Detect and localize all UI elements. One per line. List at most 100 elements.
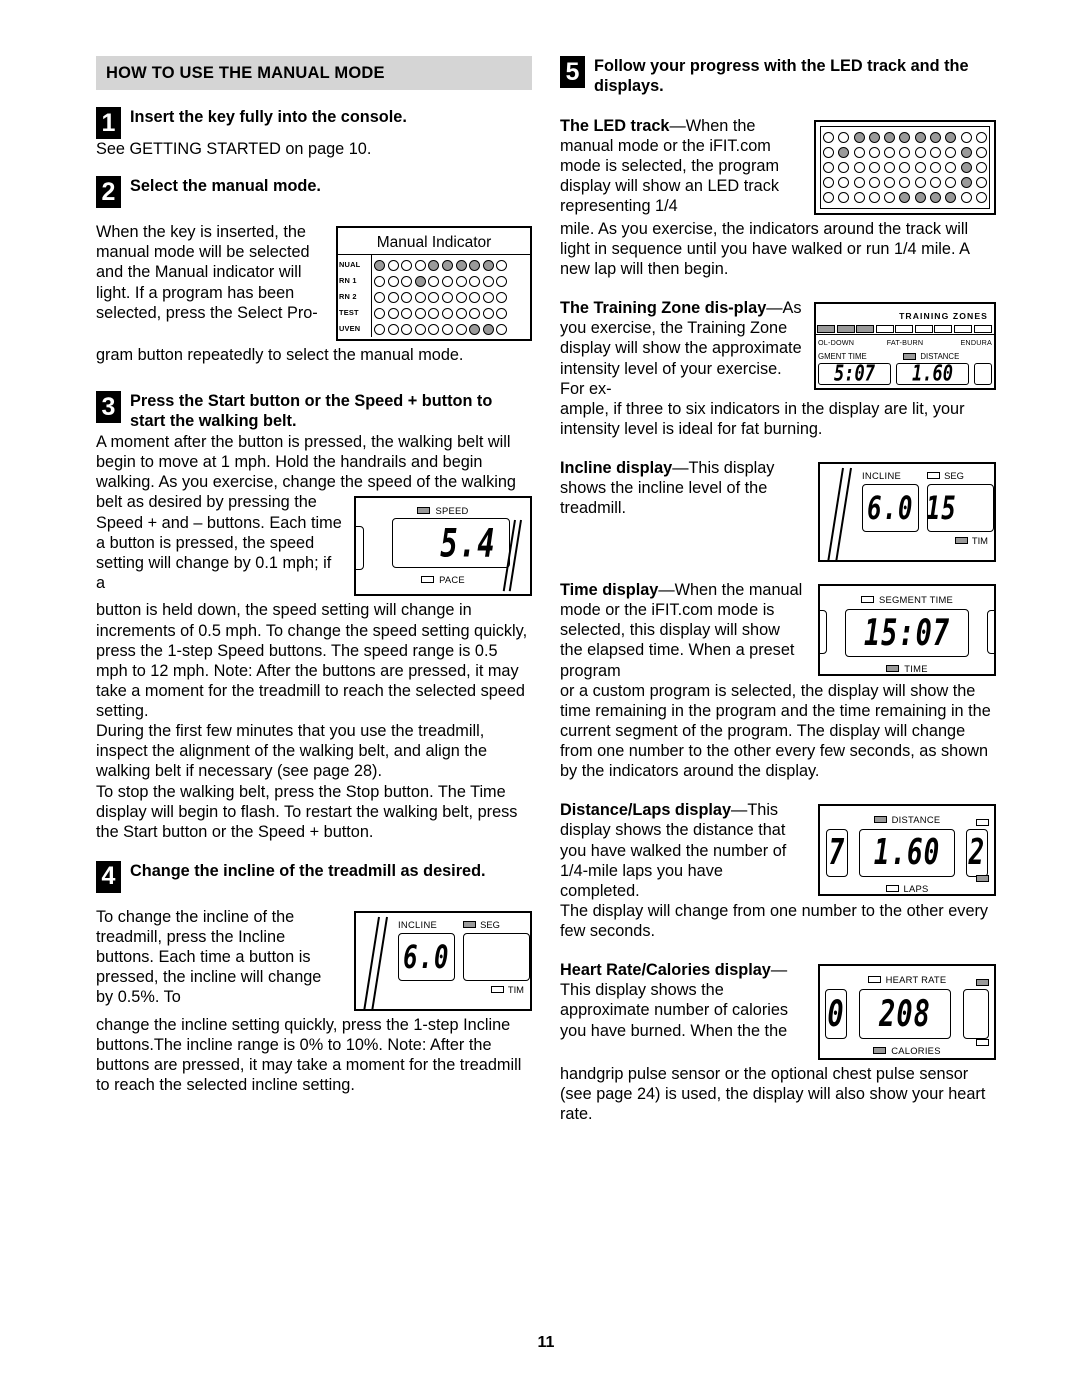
led-2-2 [853, 161, 865, 173]
segment-time-pip-right [927, 472, 941, 479]
training-zones-sublabels: GMENT TIME DISTANCE [816, 352, 994, 361]
manual-indicator-caption: Manual Indicator [376, 234, 492, 252]
incline-left-bottom-labels: TIM [356, 984, 530, 995]
time-bottom-label-row: TIME [820, 660, 994, 674]
led-row-4 [823, 190, 987, 205]
led-track-heading: The LED track [560, 116, 670, 135]
distance-corner-pip-bottom-glyph [976, 875, 989, 883]
time-display-heading: Time display [560, 581, 659, 599]
led-row-4 [374, 321, 510, 337]
segment-time-pip [860, 595, 874, 603]
led-4-9 [496, 323, 508, 335]
led-row-2 [374, 289, 510, 305]
step-2-body-block: Manual Indicator NUAL RN 1 RN 2 TEST UVE… [96, 222, 532, 365]
distance-display-block: DISTANCE 7 1.60 2 LAPS Distance/Laps dis… [560, 800, 996, 941]
led-3-9 [960, 176, 972, 188]
incline-right-value: 6.0 [867, 489, 914, 527]
led-0-9 [496, 259, 508, 271]
manual-indicator-row-labels: NUAL RN 1 RN 2 TEST UVEN [338, 255, 372, 338]
tz-right-digit-box: 1.60 [896, 363, 969, 386]
two-column-layout: HOW TO USE THE MANUAL MODE 1 Insert the … [96, 56, 996, 1125]
led-0-6 [455, 259, 467, 271]
time-display-paragraph-rest: or a custom program is selected, the dis… [560, 681, 991, 781]
led-2-1 [387, 291, 399, 303]
distance-display-heading: Distance/Laps display [560, 801, 732, 820]
time-pip-left [490, 985, 504, 993]
left-column: HOW TO USE THE MANUAL MODE 1 Insert the … [96, 56, 532, 1125]
pace-label: PACE [439, 573, 465, 585]
step-3-para1-lead: A moment after the button is pressed, th… [96, 433, 516, 492]
led-0-7 [930, 131, 942, 143]
training-zone-paragraph-rest: ample, if three to six indicators in the… [560, 399, 965, 438]
section-header-text: HOW TO USE THE MANUAL MODE [106, 63, 385, 82]
training-zone-segment-6 [934, 325, 953, 334]
segment-time-pip-left [463, 920, 477, 928]
led-0-6 [914, 131, 926, 143]
step-2-body-full: gram button repeatedly to select the man… [96, 346, 464, 365]
led-0-3 [414, 259, 426, 271]
manual-indicator-grid: NUAL RN 1 RN 2 TEST UVEN [338, 254, 530, 338]
distance-corner-pip-bottom [976, 869, 989, 887]
heart-rate-left-digit-box: 0 [825, 989, 847, 1040]
step-1: 1 Insert the key fully into the console. [96, 107, 532, 139]
led-4-10 [975, 191, 987, 203]
led-2-7 [469, 291, 481, 303]
incline-right-side-lcd-box: 15 [926, 484, 994, 532]
speed-indicator-pip [417, 506, 431, 514]
led-4-6 [914, 191, 926, 203]
time-pip [886, 664, 900, 672]
distance-display-figure: DISTANCE 7 1.60 2 LAPS [818, 804, 996, 897]
tz-extra-digit-box [974, 363, 992, 386]
zone-label-fatburn: FAT-BURN [886, 338, 924, 348]
led-1-3 [868, 146, 880, 158]
led-0-10 [975, 131, 987, 143]
training-zone-segment-7 [953, 325, 972, 334]
training-zones-figure: TRAINING ZONES OL-DOWN FAT-BURN ENDURA G… [814, 302, 996, 391]
step-3-para2: During the first few minutes that you us… [96, 722, 488, 781]
distance-bottom-label-row: LAPS [820, 880, 994, 894]
led-0-3 [868, 131, 880, 143]
training-zone-segment-4 [895, 325, 914, 334]
led-1-6 [914, 146, 926, 158]
step-2-number: 2 [96, 176, 121, 209]
led-2-0 [823, 161, 834, 173]
training-zone-dash: — [766, 299, 783, 318]
training-zone-block: TRAINING ZONES OL-DOWN FAT-BURN ENDURA G… [560, 298, 996, 439]
heart-rate-display-heading: Heart Rate/Calories display [560, 961, 771, 980]
led-row-3 [823, 175, 987, 190]
led-4-5 [441, 323, 453, 335]
led-3-10 [975, 176, 987, 188]
led-track-block: The LED track—When the manual mode or th… [560, 116, 996, 279]
segment-time-label: SEGMENT TIME [878, 593, 954, 605]
led-row-1 [823, 145, 987, 160]
training-zones-digits: 5:07 1.60 [816, 363, 994, 386]
led-0-0 [823, 131, 834, 143]
incline-left-seg-label: SEG [480, 918, 500, 930]
training-zones-title: TRAINING ZONES [899, 311, 988, 322]
manual-indicator-leds [372, 255, 510, 337]
heart-rate-left-digit: 0 [827, 993, 845, 1036]
speed-lcd-box: 5.4 [392, 518, 510, 569]
led-4-0 [823, 191, 834, 203]
incline-left-value: 6.0 [403, 937, 450, 976]
led-1-1 [838, 146, 850, 158]
led-2-3 [414, 291, 426, 303]
speed-value: 5.4 [440, 519, 496, 566]
led-4-9 [960, 191, 972, 203]
incline-left-time-label: TIM [507, 983, 524, 995]
led-3-0 [823, 176, 834, 188]
distance-corner-pip-top [976, 813, 989, 831]
led-1-0 [823, 146, 834, 158]
incline-right-seg-label-row: SEG [927, 470, 964, 481]
time-value: 15:07 [863, 612, 951, 654]
incline-display-figure-left: INCLINE SEG 6.0 TIM [354, 910, 532, 1011]
speed-top-label-row: SPEED [356, 502, 530, 518]
tz-left-digit-box: 5:07 [818, 363, 891, 386]
led-0-4 [428, 259, 440, 271]
led-0-8 [482, 259, 494, 271]
time-display-dash: — [658, 581, 675, 599]
step-1-body: See GETTING STARTED on page 10. [96, 140, 372, 158]
time-lcd-box: 15:07 [845, 609, 969, 657]
heart-rate-corner-pip-top [976, 973, 989, 991]
incline-left-seg-label-row: SEG [463, 919, 500, 930]
